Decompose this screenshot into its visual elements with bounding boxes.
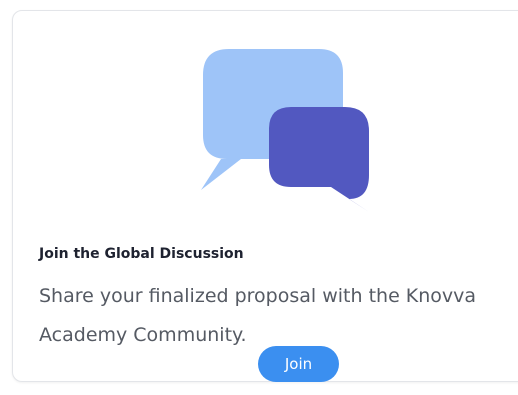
bubble-front-shape [269,107,369,212]
join-button[interactable]: Join [258,346,339,382]
chat-bubbles-icon [199,49,374,214]
card-title: Join the Global Discussion [39,246,244,262]
card-description: Share your finalized proposal with the K… [39,285,477,346]
discussion-card: Join the Global Discussion Share your fi… [12,10,518,382]
